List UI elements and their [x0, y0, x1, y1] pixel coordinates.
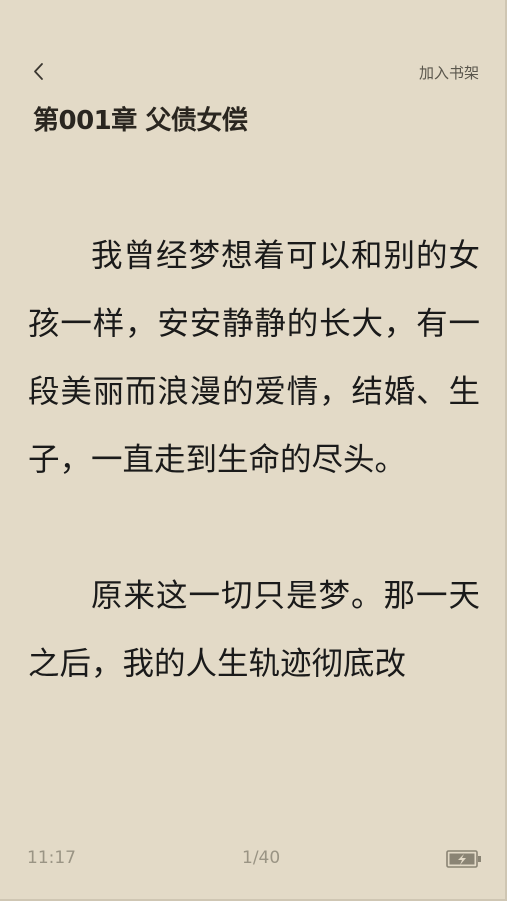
back-button[interactable]: [28, 58, 52, 86]
chapter-title: 第001章 父债女偿: [33, 106, 248, 136]
chapter-content: 我曾经梦想着可以和别的女孩一样，安安静静的长大，有一段美丽而浪漫的爱情，结婚、生…: [28, 222, 480, 698]
clock-time: 11:17: [27, 848, 76, 868]
paragraph-1: 我曾经梦想着可以和别的女孩一样，安安静静的长大，有一段美丽而浪漫的爱情，结婚、生…: [28, 238, 480, 478]
battery-charging-icon: [446, 849, 482, 874]
add-to-shelf-button[interactable]: 加入书架: [419, 62, 479, 83]
paragraph-2: 原来这一切只是梦。那一天之后，我的人生轨迹彻底改: [28, 578, 480, 682]
page-indicator: 1/40: [242, 848, 281, 868]
reader-footer: 11:17 1/40: [0, 845, 505, 873]
chevron-left-icon: [34, 63, 43, 80]
reader-page[interactable]: 加入书架 第001章 父债女偿 我曾经梦想着可以和别的女孩一样，安安静静的长大，…: [0, 0, 507, 901]
